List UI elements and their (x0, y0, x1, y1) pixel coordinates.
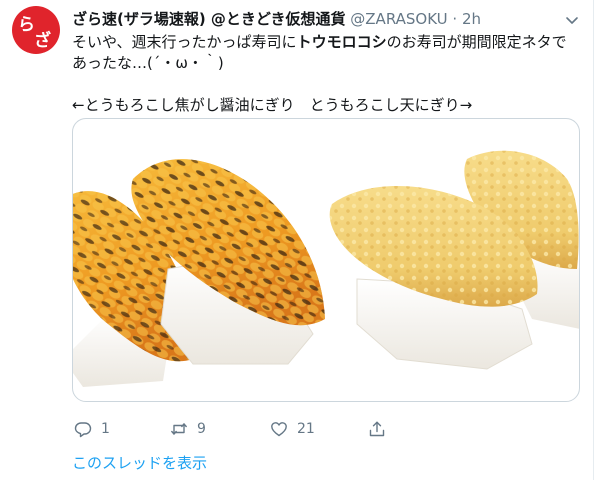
tweet-line-3: ←とうもろこし焦がし醤油にぎり とうもろこし天にぎり→ (72, 96, 473, 114)
tweet-line-1-post: のお寿司が期間限定ネタで (386, 33, 567, 51)
tweet-blank-line (72, 74, 582, 95)
reply-button[interactable]: 1 (74, 418, 110, 440)
tweet-media[interactable] (72, 118, 580, 402)
like-count: 21 (297, 421, 315, 437)
tweet-line-1: そいや、週末行ったかっぱ寿司にトウモロコシのお寿司が期間限定ネタで (72, 32, 582, 53)
avatar-char-2: ざ (34, 30, 51, 51)
corn-tempura-nigiri-image[interactable] (327, 119, 580, 401)
right-divider (593, 0, 594, 480)
retweet-icon (171, 423, 187, 435)
reply-count: 1 (101, 421, 110, 437)
heart-icon (271, 422, 287, 437)
retweet-button[interactable]: 9 (170, 418, 206, 440)
tweet-text: そいや、週末行ったかっぱ寿司にトウモロコシのお寿司が期間限定ネタで あったな…(… (72, 32, 582, 116)
tweet-header: ざら速(ザラ場速報) @ときどき仮想通貨 @ZARASOKU · 2h (72, 9, 481, 29)
retweet-count: 9 (197, 421, 206, 437)
timestamp[interactable]: 2h (462, 10, 481, 28)
chevron-down-icon[interactable] (564, 12, 580, 28)
share-button[interactable] (368, 418, 386, 440)
tweet-bold-word: トウモロコシ (296, 33, 387, 51)
share-icon (369, 421, 385, 437)
tweet-line-1-pre: そいや、週末行ったかっぱ寿司に (72, 33, 297, 51)
separator: · (452, 10, 458, 28)
like-button[interactable]: 21 (270, 418, 315, 440)
display-name[interactable]: ざら速(ザラ場速報) @ときどき仮想通貨 (72, 10, 346, 28)
avatar-char-1: ら (18, 15, 35, 35)
show-thread-link[interactable]: このスレッドを表示 (72, 452, 207, 473)
avatar[interactable]: ら ざ (12, 6, 60, 54)
corn-nigiri-image[interactable] (73, 119, 326, 401)
handle[interactable]: @ZARASOKU (350, 10, 447, 28)
reply-icon (74, 422, 92, 438)
tweet-line-2: あったな…(´・ω・｀) (72, 54, 224, 72)
tweet-actions: 1 9 21 (72, 418, 592, 440)
